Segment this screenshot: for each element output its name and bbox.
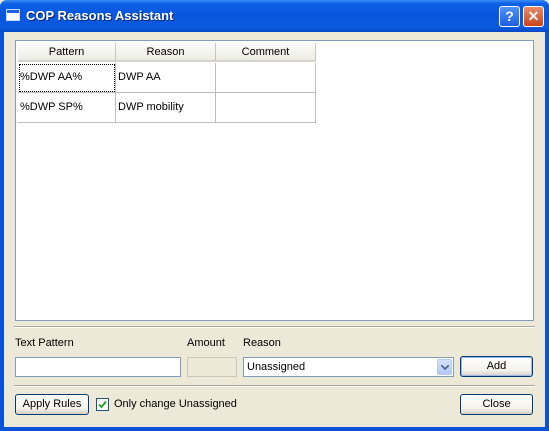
table-cell-comment[interactable] [216,63,316,93]
only-unassigned-label[interactable]: Only change Unassigned [114,398,237,410]
amount-input[interactable] [187,357,237,377]
table-cell-pattern[interactable]: %DWP AA% [18,63,116,93]
amount-label: Amount [187,337,225,349]
rules-table[interactable]: Pattern Reason Comment %DWP AA% DWP AA %… [15,40,534,321]
window-title: COP Reasons Assistant [26,8,174,23]
checkmark-icon [98,400,107,409]
only-unassigned-checkbox[interactable] [96,398,109,411]
text-pattern-label: Text Pattern [15,337,74,349]
reason-label: Reason [243,337,281,349]
add-button[interactable]: Add [460,356,533,377]
apply-rules-button[interactable]: Apply Rules [15,394,89,415]
close-button[interactable]: Close [460,394,533,415]
chevron-down-icon[interactable] [437,359,452,375]
reason-select-value: Unassigned [247,361,306,373]
title-bar[interactable]: COP Reasons Assistant ? ✕ [0,0,549,32]
separator [14,326,535,328]
table-cell-reason[interactable]: DWP AA [116,63,216,93]
text-pattern-input[interactable] [15,357,181,377]
close-window-button[interactable]: ✕ [523,6,544,27]
separator [14,385,535,387]
reason-select[interactable]: Unassigned [243,357,454,377]
column-header-comment[interactable]: Comment [216,43,316,62]
close-icon: ✕ [527,8,540,24]
table-cell-reason[interactable]: DWP mobility [116,93,216,123]
help-button[interactable]: ? [499,6,520,27]
window-app-icon [6,9,20,21]
table-cell-comment[interactable] [216,93,316,123]
dialog-client-area: Pattern Reason Comment %DWP AA% DWP AA %… [4,32,545,427]
table-cell-pattern[interactable]: %DWP SP% [18,93,116,123]
dialog-window: COP Reasons Assistant ? ✕ Pattern Reason… [0,0,549,431]
help-icon: ? [505,8,514,24]
column-header-reason[interactable]: Reason [116,43,216,62]
column-header-pattern[interactable]: Pattern [18,43,116,62]
